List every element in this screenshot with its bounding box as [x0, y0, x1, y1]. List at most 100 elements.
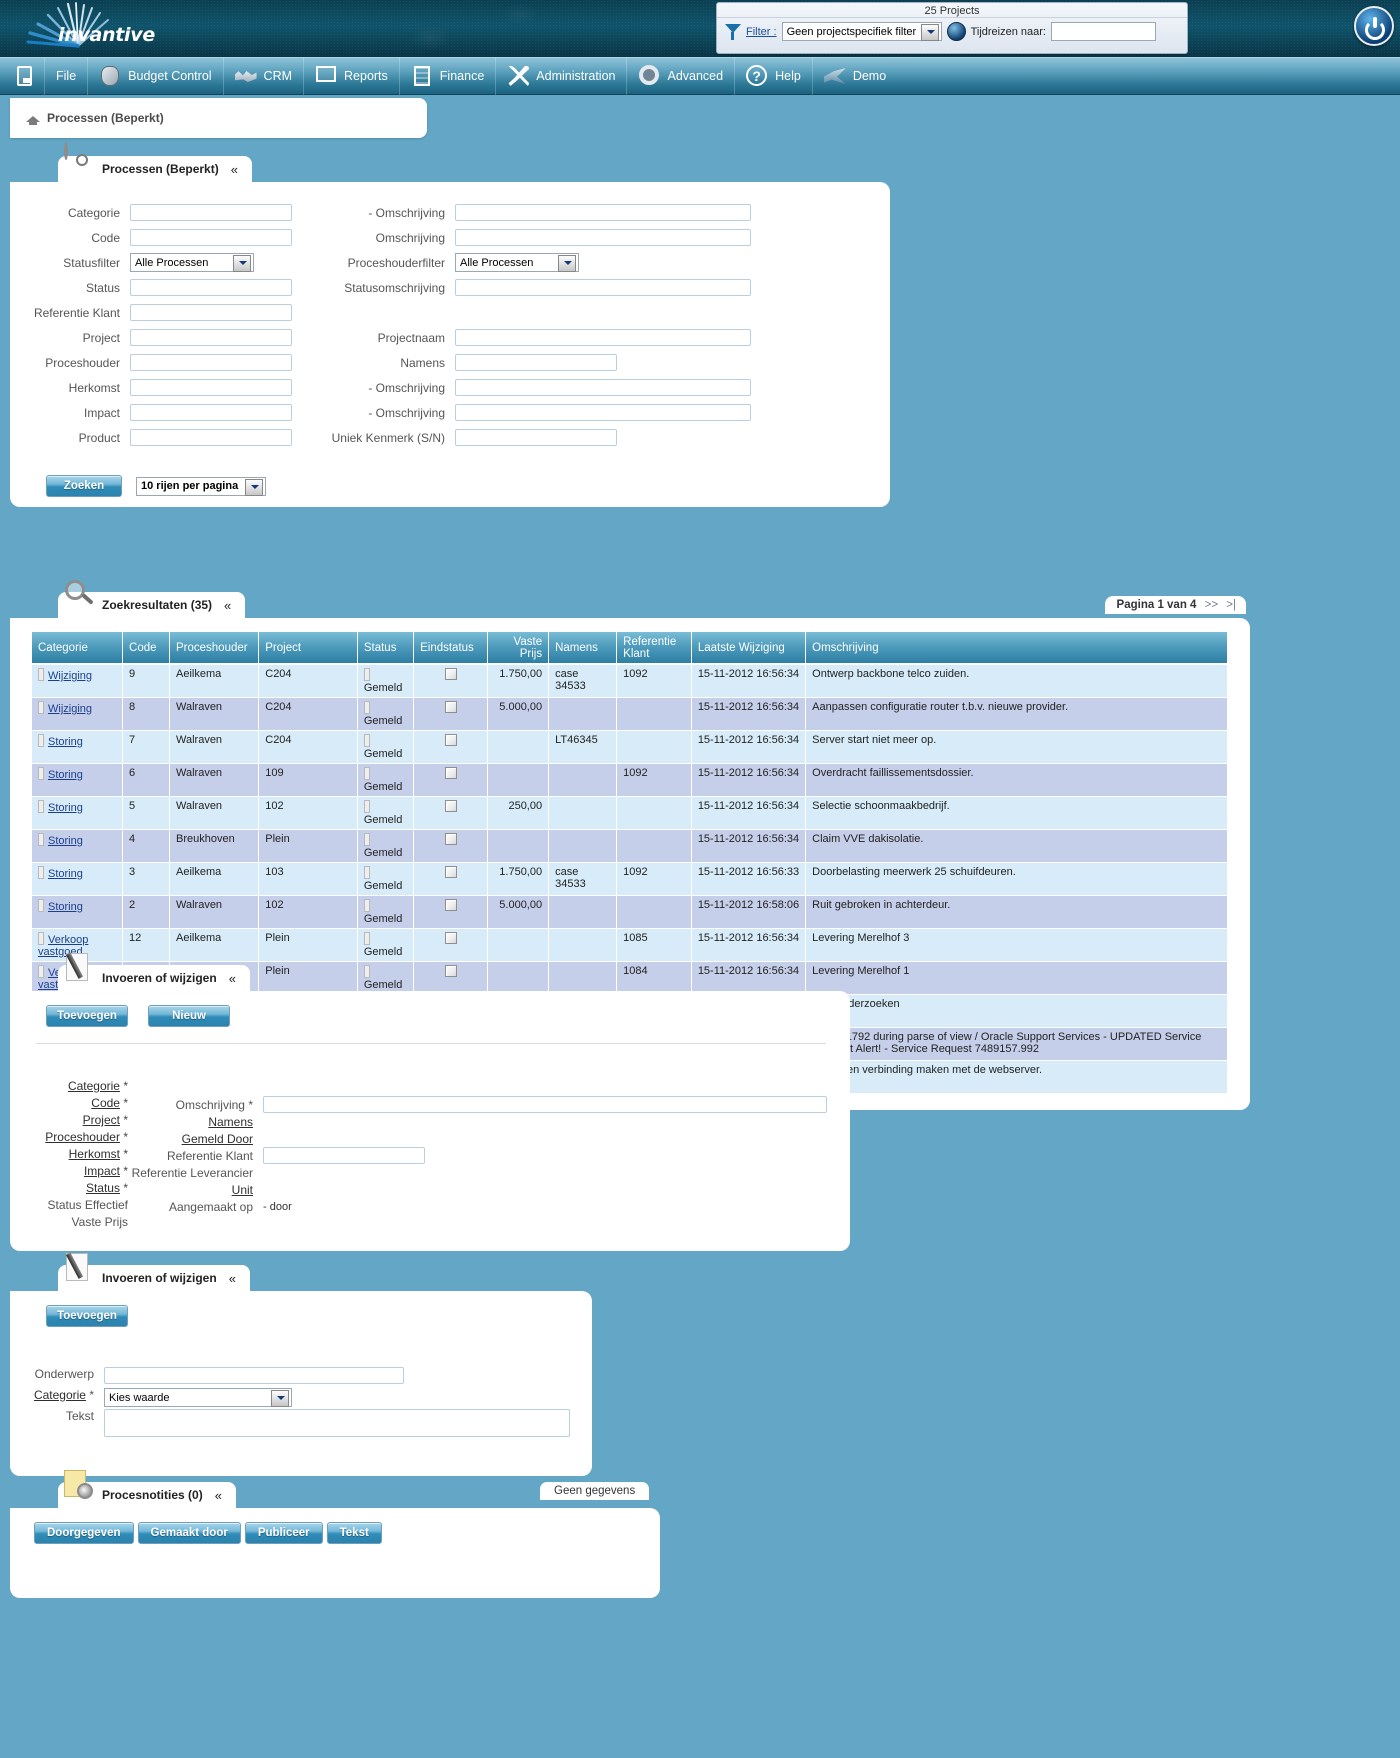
row-link[interactable]: Wijziging [48, 703, 92, 715]
row-link[interactable]: Storing [48, 802, 83, 814]
edit-label[interactable]: Status * [10, 1181, 128, 1198]
edit-input-omschrijving[interactable] [263, 1096, 827, 1113]
table-row[interactable]: Storing 6 Walraven 109 Gemeld 1092 15-11-2012 … [32, 763, 1228, 797]
row-link[interactable]: Storing [48, 835, 83, 847]
input-omschrijving[interactable] [455, 229, 751, 246]
last-page-button[interactable]: >| [1226, 599, 1236, 611]
row-handle-icon[interactable] [38, 668, 44, 681]
collapse-icon[interactable]: « [215, 1488, 222, 1503]
edit-label[interactable]: Proceshouder * [10, 1130, 128, 1147]
filter-link[interactable]: Filter : [746, 26, 777, 38]
row-link[interactable]: Storing [48, 868, 83, 880]
edit-field-label[interactable]: Unit [128, 1183, 263, 1197]
row-handle-icon[interactable] [363, 899, 370, 912]
input-herkomst[interactable] [130, 379, 292, 396]
row-link[interactable]: Wijziging [48, 670, 92, 682]
row-handle-icon[interactable] [363, 932, 370, 945]
column-header[interactable]: Laatste Wijziging [691, 632, 807, 665]
column-header[interactable]: Categorie [32, 632, 124, 665]
eindstatus-checkbox[interactable] [444, 899, 457, 911]
eindstatus-checkbox[interactable] [444, 932, 457, 944]
input-product[interactable] [130, 429, 292, 446]
table-row[interactable]: Storing 7 Walraven C204 Gemeld LT46345 15-11-2… [32, 730, 1228, 764]
notes-column-header[interactable]: Doorgegeven [34, 1522, 134, 1544]
menu-item-crm[interactable]: CRM [224, 57, 305, 95]
column-header[interactable]: Omschrijving [805, 632, 1228, 665]
row-handle-icon[interactable] [38, 734, 44, 747]
column-header[interactable]: Proceshouder [169, 632, 260, 665]
home-icon[interactable] [26, 112, 40, 125]
row-handle-icon[interactable] [38, 800, 44, 813]
input-proceshouder[interactable] [130, 354, 292, 371]
row-handle-icon[interactable] [363, 734, 370, 747]
row-handle-icon[interactable] [38, 932, 44, 945]
select-proceshouderfilter[interactable]: Alle Processen [455, 253, 579, 272]
notes-column-header[interactable]: Tekst [326, 1522, 382, 1544]
table-row[interactable]: Storing 4 Breukhoven Plein Gemeld 15-11-2012 … [32, 829, 1228, 863]
edit-label[interactable]: Impact * [10, 1164, 128, 1181]
input-referentie-klant[interactable] [130, 304, 292, 321]
input-statusomschrijving[interactable] [455, 279, 751, 296]
column-header[interactable]: Referentie Klant [616, 632, 692, 665]
project-filter-select[interactable]: Geen projectspecifiek filter [781, 22, 942, 41]
column-header[interactable]: Namens [548, 632, 618, 665]
row-handle-icon[interactable] [363, 800, 370, 813]
menu-item-demo[interactable]: Demo [813, 57, 897, 95]
row-handle-icon[interactable] [363, 668, 370, 681]
add-button[interactable]: Toevoegen [46, 1005, 128, 1027]
edit-label[interactable]: Herkomst * [10, 1147, 128, 1164]
input-uniek-kenmerk-s-n-[interactable] [455, 429, 617, 446]
row-handle-icon[interactable] [363, 701, 370, 714]
new-button[interactable]: Nieuw [148, 1005, 230, 1027]
eindstatus-checkbox[interactable] [444, 668, 457, 680]
eindstatus-checkbox[interactable] [444, 866, 457, 878]
input-projectnaam[interactable] [455, 329, 751, 346]
row-handle-icon[interactable] [38, 866, 44, 879]
input--omschrijving[interactable] [455, 204, 751, 221]
edit-field-label[interactable]: Gemeld Door [128, 1132, 263, 1146]
column-header[interactable]: Eindstatus [413, 632, 488, 665]
column-header[interactable]: Code [122, 632, 170, 665]
column-header[interactable]: Vaste Prijs [487, 632, 550, 665]
edit-label[interactable]: Project * [10, 1113, 128, 1130]
logout-button[interactable] [1354, 6, 1394, 46]
edit-input-referentie-klant[interactable] [263, 1147, 425, 1164]
menu-item-advanced[interactable]: Advanced [627, 57, 736, 95]
search-button[interactable]: Zoeken [46, 475, 122, 497]
row-handle-icon[interactable] [38, 701, 44, 714]
note-text-input[interactable] [104, 1409, 570, 1437]
collapse-icon[interactable]: « [229, 971, 236, 986]
table-row[interactable]: Wijziging 9 Aeilkema C204 Gemeld 1.750,00 case… [32, 664, 1228, 698]
input-code[interactable] [130, 229, 292, 246]
edit-field-label[interactable]: Namens [128, 1115, 263, 1129]
row-link[interactable]: Storing [48, 901, 83, 913]
eindstatus-checkbox[interactable] [444, 701, 457, 713]
notes-column-header[interactable]: Publiceer [244, 1522, 323, 1544]
input--omschrijving[interactable] [455, 379, 751, 396]
rows-per-page-select[interactable]: 10 rijen per pagina [136, 476, 266, 496]
collapse-icon[interactable]: « [231, 162, 238, 177]
row-handle-icon[interactable] [38, 767, 44, 780]
row-link[interactable]: Storing [48, 736, 83, 748]
table-row[interactable]: Verkoop vastgoed 12 Aeilkema Plein Gemeld 108… [32, 928, 1228, 962]
edit-panel-tab[interactable]: Invoeren of wijzigen « [58, 952, 250, 991]
notes-column-header[interactable]: Gemaakt door [137, 1522, 241, 1544]
next-page-button[interactable]: >> [1205, 599, 1218, 611]
column-header[interactable]: Project [258, 632, 358, 665]
eindstatus-checkbox[interactable] [444, 767, 457, 779]
table-row[interactable]: Storing 5 Walraven 102 Gemeld 250,00 15-11-201… [32, 796, 1228, 830]
collapse-icon[interactable]: « [229, 1271, 236, 1286]
row-handle-icon[interactable] [38, 899, 44, 912]
input-project[interactable] [130, 329, 292, 346]
input--omschrijving[interactable] [455, 404, 751, 421]
input-impact[interactable] [130, 404, 292, 421]
select-statusfilter[interactable]: Alle Processen [130, 253, 254, 272]
edit-label[interactable]: Categorie * [10, 1079, 128, 1096]
collapse-icon[interactable]: « [224, 598, 231, 613]
row-handle-icon[interactable] [38, 833, 44, 846]
menu-item-finance[interactable]: Finance [400, 57, 497, 95]
eindstatus-checkbox[interactable] [444, 734, 457, 746]
menu-item-administration[interactable]: Administration [496, 57, 628, 95]
table-row[interactable]: Storing 3 Aeilkema 103 Gemeld 1.750,00 case 34… [32, 862, 1228, 896]
menu-item-file[interactable]: File [45, 57, 89, 95]
